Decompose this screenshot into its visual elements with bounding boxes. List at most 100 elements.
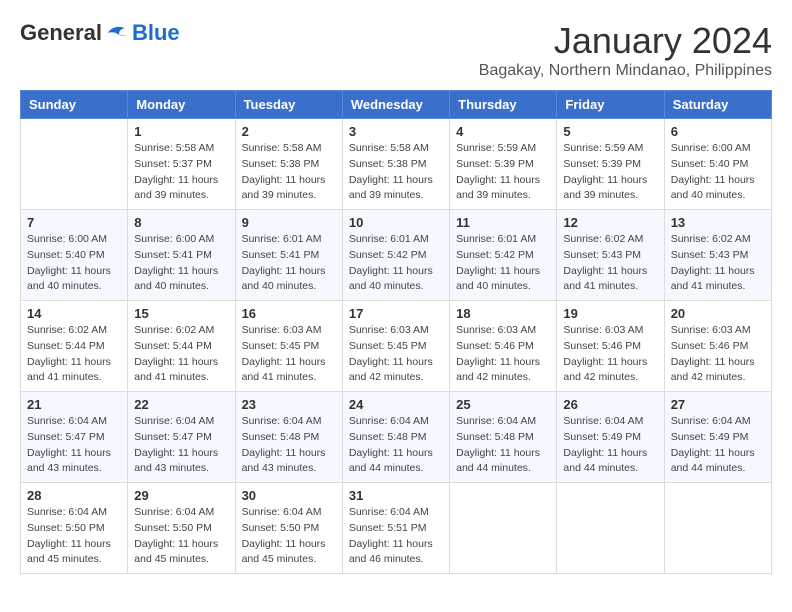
day-info: Sunrise: 6:02 AMSunset: 5:44 PMDaylight:… [134, 323, 228, 386]
day-number: 16 [242, 306, 336, 321]
day-number: 13 [671, 215, 765, 230]
calendar-week-row: 1Sunrise: 5:58 AMSunset: 5:37 PMDaylight… [21, 119, 772, 210]
day-info: Sunrise: 6:04 AMSunset: 5:48 PMDaylight:… [349, 414, 443, 477]
day-number: 11 [456, 215, 550, 230]
day-info: Sunrise: 6:03 AMSunset: 5:45 PMDaylight:… [242, 323, 336, 386]
calendar-cell: 16 Sunrise: 6:03 AMSunset: 5:45 PMDayligh… [235, 301, 342, 392]
calendar-cell [664, 483, 771, 574]
calendar-cell: 13 Sunrise: 6:02 AMSunset: 5:43 PMDayligh… [664, 210, 771, 301]
day-number: 29 [134, 488, 228, 503]
page-header: General Blue January 2024 Bagakay, North… [20, 20, 772, 80]
calendar-cell: 29 Sunrise: 6:04 AMSunset: 5:50 PMDayligh… [128, 483, 235, 574]
calendar-week-row: 21 Sunrise: 6:04 AMSunset: 5:47 PMDayligh… [21, 392, 772, 483]
day-info: Sunrise: 6:04 AMSunset: 5:50 PMDaylight:… [242, 505, 336, 568]
day-info: Sunrise: 5:58 AMSunset: 5:38 PMDaylight:… [349, 141, 443, 204]
calendar-cell: 12 Sunrise: 6:02 AMSunset: 5:43 PMDayligh… [557, 210, 664, 301]
calendar-cell: 19 Sunrise: 6:03 AMSunset: 5:46 PMDayligh… [557, 301, 664, 392]
day-info: Sunrise: 6:02 AMSunset: 5:43 PMDaylight:… [563, 232, 657, 295]
day-number: 26 [563, 397, 657, 412]
day-number: 23 [242, 397, 336, 412]
calendar-week-row: 14Sunrise: 6:02 AMSunset: 5:44 PMDayligh… [21, 301, 772, 392]
day-number: 8 [134, 215, 228, 230]
calendar-cell: 4Sunrise: 5:59 AMSunset: 5:39 PMDaylight… [450, 119, 557, 210]
day-info: Sunrise: 6:03 AMSunset: 5:46 PMDaylight:… [563, 323, 657, 386]
weekday-header-friday: Friday [557, 91, 664, 119]
day-info: Sunrise: 6:04 AMSunset: 5:50 PMDaylight:… [27, 505, 121, 568]
calendar-cell: 9 Sunrise: 6:01 AMSunset: 5:41 PMDaylight… [235, 210, 342, 301]
title-area: January 2024 Bagakay, Northern Mindanao,… [479, 20, 772, 80]
day-number: 6 [671, 124, 765, 139]
day-info: Sunrise: 6:01 AMSunset: 5:42 PMDaylight:… [349, 232, 443, 295]
weekday-header-tuesday: Tuesday [235, 91, 342, 119]
day-number: 30 [242, 488, 336, 503]
day-number: 12 [563, 215, 657, 230]
day-info: Sunrise: 6:01 AMSunset: 5:41 PMDaylight:… [242, 232, 336, 295]
weekday-header-thursday: Thursday [450, 91, 557, 119]
calendar-cell: 24 Sunrise: 6:04 AMSunset: 5:48 PMDayligh… [342, 392, 449, 483]
calendar-cell [450, 483, 557, 574]
calendar-cell: 3 Sunrise: 5:58 AMSunset: 5:38 PMDaylight… [342, 119, 449, 210]
day-info: Sunrise: 6:00 AMSunset: 5:41 PMDaylight:… [134, 232, 228, 295]
day-number: 9 [242, 215, 336, 230]
calendar-cell: 25 Sunrise: 6:04 AMSunset: 5:48 PMDayligh… [450, 392, 557, 483]
calendar-cell: 20Sunrise: 6:03 AMSunset: 5:46 PMDayligh… [664, 301, 771, 392]
day-info: Sunrise: 6:04 AMSunset: 5:47 PMDaylight:… [27, 414, 121, 477]
day-number: 15 [134, 306, 228, 321]
day-info: Sunrise: 6:03 AMSunset: 5:46 PMDaylight:… [456, 323, 550, 386]
month-title: January 2024 [479, 20, 772, 62]
day-info: Sunrise: 6:04 AMSunset: 5:49 PMDaylight:… [671, 414, 765, 477]
logo-bird-icon [104, 22, 132, 44]
day-number: 18 [456, 306, 550, 321]
day-info: Sunrise: 6:02 AMSunset: 5:43 PMDaylight:… [671, 232, 765, 295]
logo-general-text: General [20, 20, 102, 46]
day-info: Sunrise: 6:03 AMSunset: 5:46 PMDaylight:… [671, 323, 765, 386]
day-number: 17 [349, 306, 443, 321]
day-info: Sunrise: 6:03 AMSunset: 5:45 PMDaylight:… [349, 323, 443, 386]
calendar-cell: 2Sunrise: 5:58 AMSunset: 5:38 PMDaylight… [235, 119, 342, 210]
calendar-cell: 7Sunrise: 6:00 AMSunset: 5:40 PMDaylight… [21, 210, 128, 301]
weekday-header-wednesday: Wednesday [342, 91, 449, 119]
day-info: Sunrise: 6:04 AMSunset: 5:50 PMDaylight:… [134, 505, 228, 568]
calendar-cell: 5Sunrise: 5:59 AMSunset: 5:39 PMDaylight… [557, 119, 664, 210]
day-info: Sunrise: 5:58 AMSunset: 5:37 PMDaylight:… [134, 141, 228, 204]
calendar-table: SundayMondayTuesdayWednesdayThursdayFrid… [20, 90, 772, 574]
day-info: Sunrise: 5:58 AMSunset: 5:38 PMDaylight:… [242, 141, 336, 204]
calendar-cell [21, 119, 128, 210]
day-info: Sunrise: 6:04 AMSunset: 5:48 PMDaylight:… [456, 414, 550, 477]
calendar-cell: 23Sunrise: 6:04 AMSunset: 5:48 PMDayligh… [235, 392, 342, 483]
calendar-cell: 22 Sunrise: 6:04 AMSunset: 5:47 PMDayligh… [128, 392, 235, 483]
day-number: 21 [27, 397, 121, 412]
day-number: 5 [563, 124, 657, 139]
calendar-cell: 10Sunrise: 6:01 AMSunset: 5:42 PMDayligh… [342, 210, 449, 301]
weekday-header-monday: Monday [128, 91, 235, 119]
calendar-week-row: 28 Sunrise: 6:04 AMSunset: 5:50 PMDayligh… [21, 483, 772, 574]
day-number: 31 [349, 488, 443, 503]
calendar-cell: 14Sunrise: 6:02 AMSunset: 5:44 PMDayligh… [21, 301, 128, 392]
logo: General Blue [20, 20, 180, 46]
day-number: 24 [349, 397, 443, 412]
calendar-cell: 28 Sunrise: 6:04 AMSunset: 5:50 PMDayligh… [21, 483, 128, 574]
day-number: 28 [27, 488, 121, 503]
day-info: Sunrise: 6:04 AMSunset: 5:51 PMDaylight:… [349, 505, 443, 568]
day-number: 19 [563, 306, 657, 321]
day-number: 22 [134, 397, 228, 412]
day-number: 3 [349, 124, 443, 139]
day-info: Sunrise: 6:01 AMSunset: 5:42 PMDaylight:… [456, 232, 550, 295]
day-number: 4 [456, 124, 550, 139]
calendar-cell: 27 Sunrise: 6:04 AMSunset: 5:49 PMDayligh… [664, 392, 771, 483]
day-number: 27 [671, 397, 765, 412]
calendar-cell: 11 Sunrise: 6:01 AMSunset: 5:42 PMDayligh… [450, 210, 557, 301]
calendar-cell: 31 Sunrise: 6:04 AMSunset: 5:51 PMDayligh… [342, 483, 449, 574]
calendar-cell: 21 Sunrise: 6:04 AMSunset: 5:47 PMDayligh… [21, 392, 128, 483]
calendar-cell: 8 Sunrise: 6:00 AMSunset: 5:41 PMDaylight… [128, 210, 235, 301]
day-number: 25 [456, 397, 550, 412]
logo-blue-text: Blue [132, 20, 180, 46]
calendar-cell: 17 Sunrise: 6:03 AMSunset: 5:45 PMDayligh… [342, 301, 449, 392]
calendar-week-row: 7Sunrise: 6:00 AMSunset: 5:40 PMDaylight… [21, 210, 772, 301]
day-info: Sunrise: 6:04 AMSunset: 5:47 PMDaylight:… [134, 414, 228, 477]
day-info: Sunrise: 6:02 AMSunset: 5:44 PMDaylight:… [27, 323, 121, 386]
calendar-cell: 30 Sunrise: 6:04 AMSunset: 5:50 PMDayligh… [235, 483, 342, 574]
weekday-header-saturday: Saturday [664, 91, 771, 119]
calendar-cell: 6Sunrise: 6:00 AMSunset: 5:40 PMDaylight… [664, 119, 771, 210]
calendar-cell [557, 483, 664, 574]
